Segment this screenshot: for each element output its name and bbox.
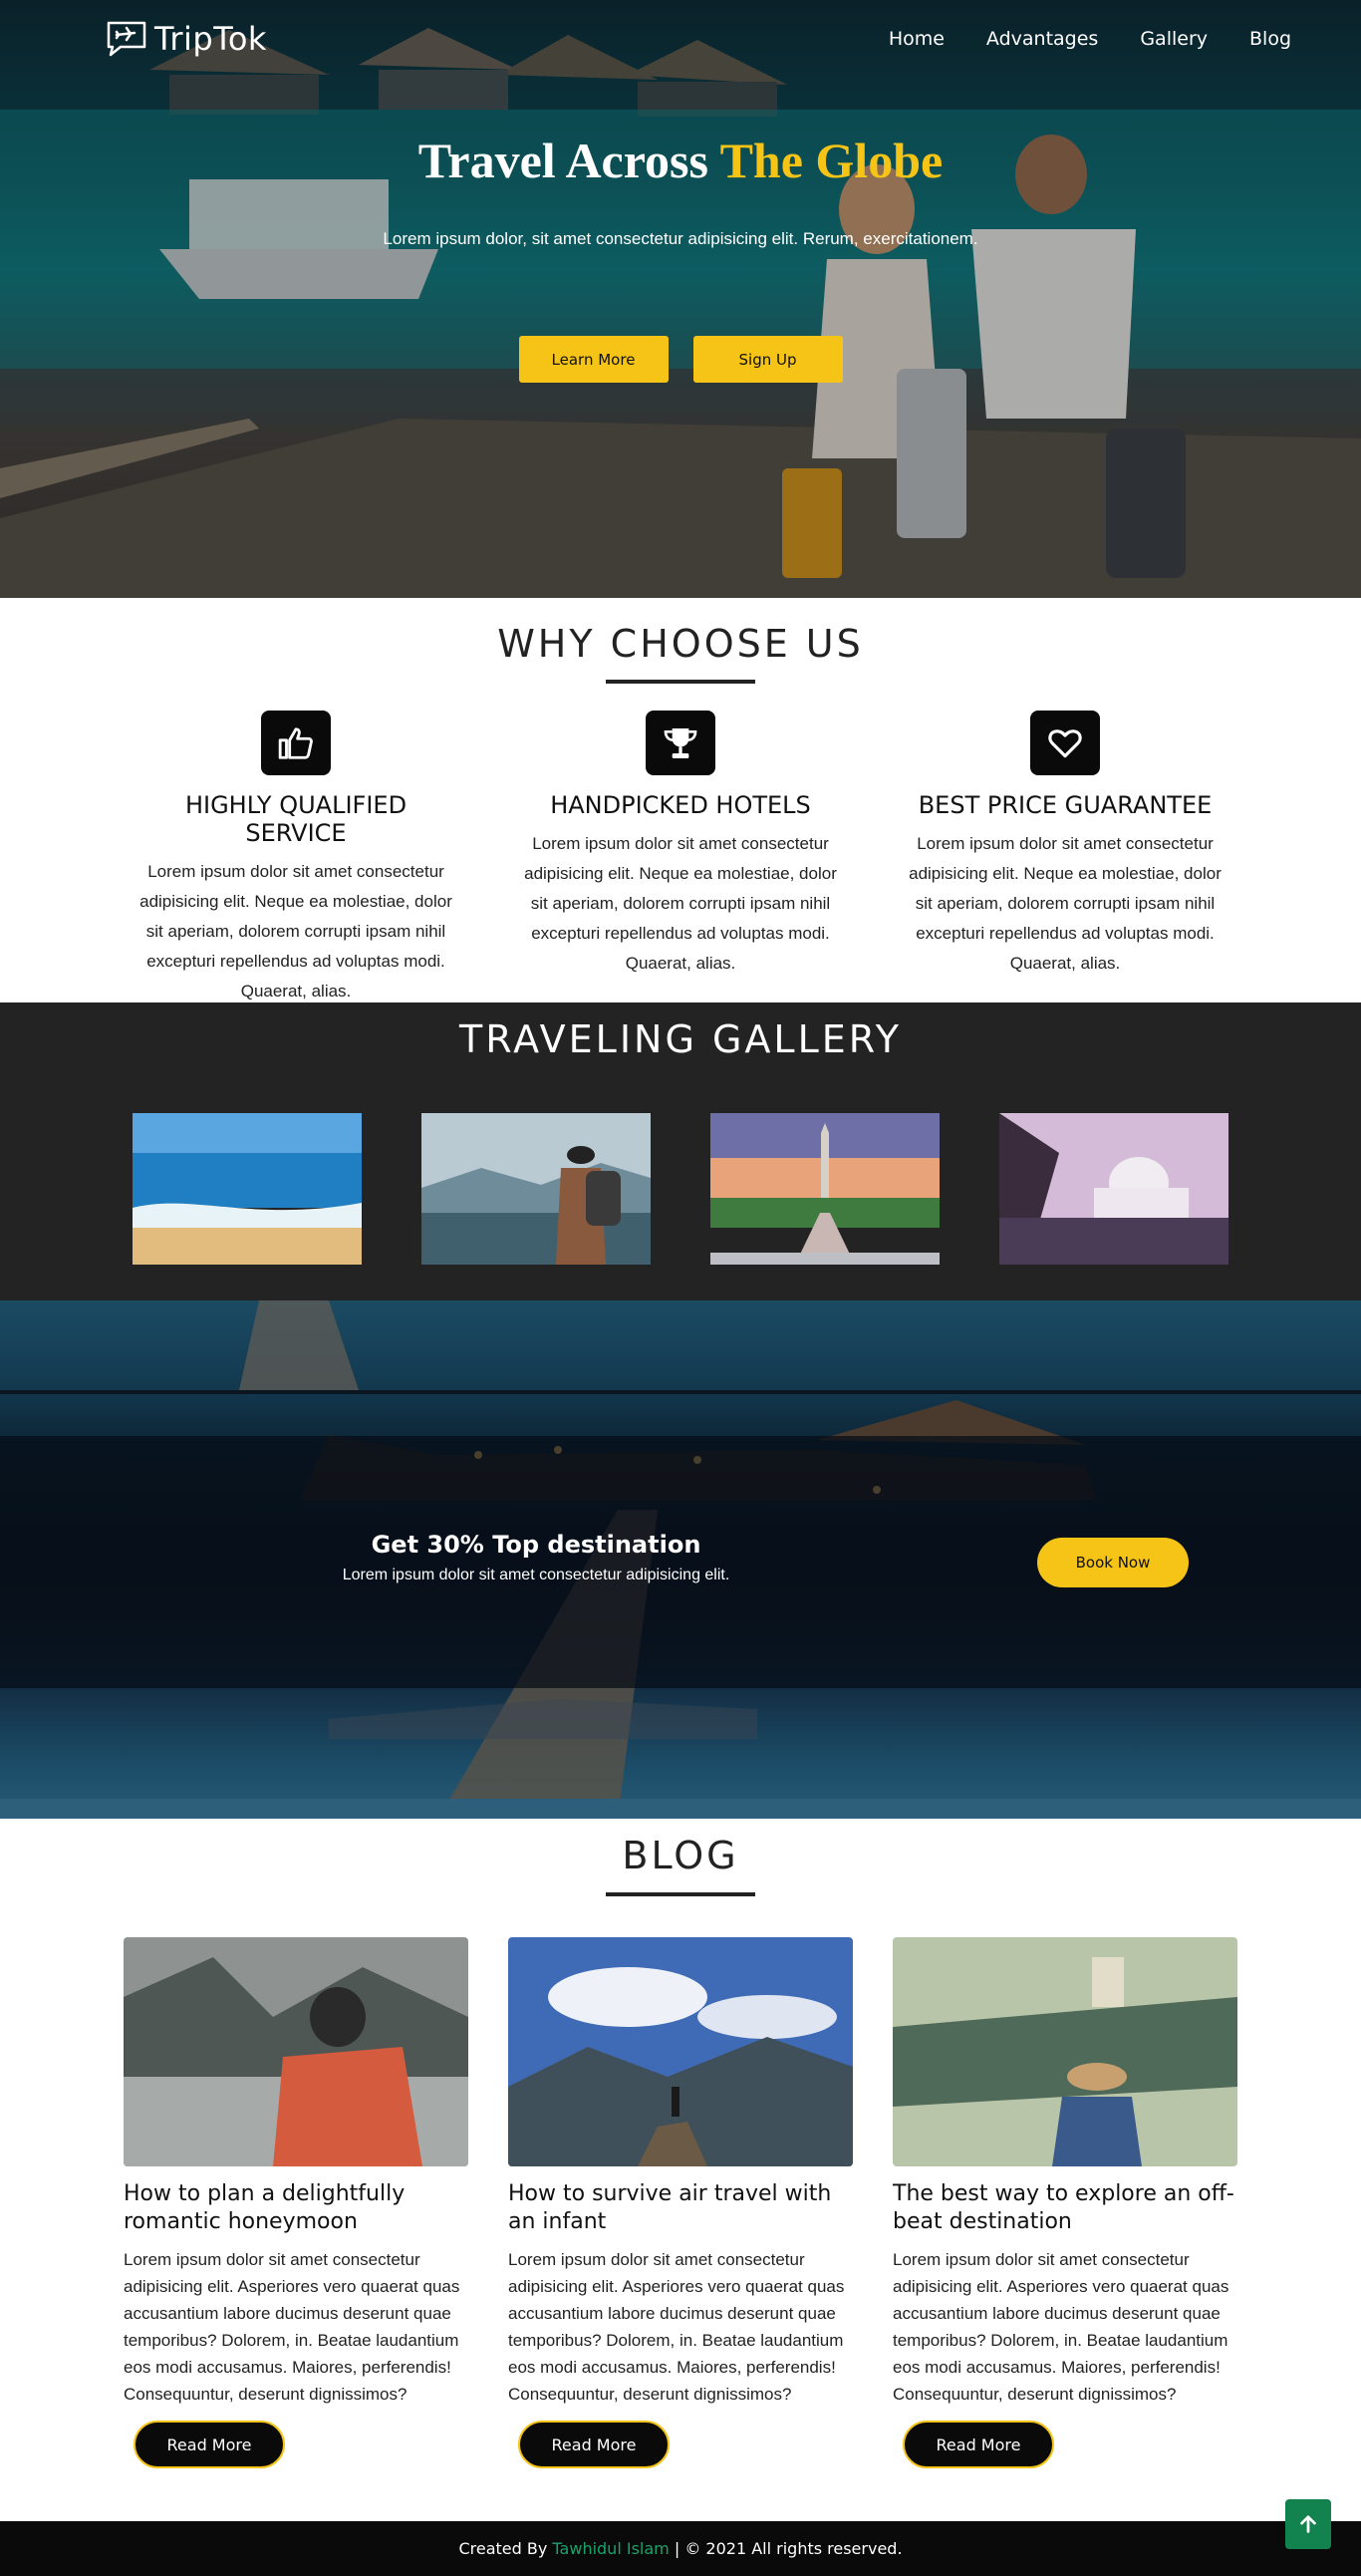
- feature-title: BEST PRICE GUARANTEE: [918, 791, 1213, 819]
- read-more-button[interactable]: Read More: [518, 2421, 670, 2468]
- footer-created-by: Created By: [458, 2539, 548, 2558]
- nav-link-home[interactable]: Home: [889, 28, 945, 50]
- promo-heading: Get 30% Top destination: [371, 1531, 701, 1559]
- hero-buttons: Learn More Sign Up: [0, 336, 1361, 383]
- hero-section: TripTok Home Advantages Gallery Blog Tra…: [0, 0, 1361, 598]
- gallery-section: TRAVELING GALLERY: [0, 1002, 1361, 1300]
- back-to-top-button[interactable]: [1285, 2499, 1331, 2549]
- footer-author-link[interactable]: Tawhidul Islam: [552, 2539, 669, 2558]
- plane-chat-icon: [107, 21, 146, 57]
- read-more-button[interactable]: Read More: [134, 2421, 285, 2468]
- blog-post-text: Lorem ipsum dolor sit amet consectetur a…: [508, 2250, 845, 2404]
- footer: Created By Tawhidul Islam | © 2021 All r…: [0, 2499, 1361, 2576]
- gallery-image-photographer[interactable]: [421, 1113, 651, 1265]
- blog-section: BLOG How to plan a delightfully romantic…: [0, 1819, 1361, 2521]
- promo-section: Get 30% Top destination Lorem ipsum dolo…: [0, 1300, 1361, 1819]
- gallery-row: [0, 1113, 1361, 1265]
- hero-subtitle: Lorem ipsum dolor, sit amet consectetur …: [383, 229, 978, 248]
- gallery-section-title: TRAVELING GALLERY: [459, 1017, 902, 1061]
- footer-rights: | © 2021 All rights reserved.: [674, 2539, 903, 2558]
- nav-link-gallery[interactable]: Gallery: [1140, 28, 1208, 50]
- blog-card: The best way to explore an off-beat dest…: [893, 1937, 1237, 2468]
- promo-text: Get 30% Top destination Lorem ipsum dolo…: [317, 1531, 755, 1584]
- features-row: HIGHLY QUALIFIED SERVICE Lorem ipsum dol…: [0, 711, 1361, 1006]
- blog-section-title: BLOG: [622, 1834, 739, 1877]
- blog-post-title[interactable]: The best way to explore an off-beat dest…: [893, 2180, 1237, 2236]
- book-now-button[interactable]: Book Now: [1037, 1538, 1189, 1587]
- feature-title: HANDPICKED HOTELS: [550, 791, 811, 819]
- gallery-image-beach[interactable]: [133, 1113, 362, 1265]
- blog-post-text: Lorem ipsum dolor sit amet consectetur a…: [893, 2250, 1229, 2404]
- nav-link-advantages[interactable]: Advantages: [986, 28, 1098, 50]
- sign-up-button[interactable]: Sign Up: [692, 336, 843, 383]
- trophy-icon: [646, 711, 715, 775]
- feature-card: HANDPICKED HOTELS Lorem ipsum dolor sit …: [520, 711, 841, 1006]
- hero-overlay: [0, 0, 1361, 598]
- blog-post-title[interactable]: How to survive air travel with an infant: [508, 2180, 853, 2236]
- feature-text: Lorem ipsum dolor sit amet consectetur a…: [909, 834, 1222, 973]
- title-underline: [606, 1892, 755, 1896]
- arrow-up-icon: [1300, 2515, 1316, 2533]
- title-underline: [606, 680, 755, 684]
- nav-link-blog[interactable]: Blog: [1249, 28, 1291, 50]
- top-navbar: TripTok Home Advantages Gallery Blog: [0, 0, 1361, 78]
- blog-image-hiker-lake: [124, 1937, 468, 2166]
- nav-menu: Home Advantages Gallery Blog: [889, 28, 1291, 50]
- hero-title-main: Travel Across: [417, 133, 708, 188]
- brand-name: TripTok: [154, 20, 267, 58]
- hero-title: Travel Across The Globe: [0, 132, 1361, 189]
- blog-cards-row: How to plan a delightfully romantic hone…: [0, 1937, 1361, 2468]
- feature-text: Lorem ipsum dolor sit amet consectetur a…: [524, 834, 837, 973]
- blog-image-bridge-traveler: [893, 1937, 1237, 2166]
- blog-post-text: Lorem ipsum dolor sit amet consectetur a…: [124, 2250, 460, 2404]
- learn-more-button[interactable]: Learn More: [518, 336, 669, 383]
- feature-card: HIGHLY QUALIFIED SERVICE Lorem ipsum dol…: [136, 711, 456, 1006]
- feature-title: HIGHLY QUALIFIED SERVICE: [184, 791, 408, 847]
- hero-title-accent: The Globe: [719, 133, 944, 188]
- read-more-button[interactable]: Read More: [903, 2421, 1054, 2468]
- feature-text: Lorem ipsum dolor sit amet consectetur a…: [139, 862, 452, 1001]
- gallery-image-monument[interactable]: [710, 1113, 940, 1265]
- promo-band: Get 30% Top destination Lorem ipsum dolo…: [0, 1436, 1361, 1688]
- blog-image-mountain: [508, 1937, 853, 2166]
- blog-card: How to plan a delightfully romantic hone…: [124, 1937, 468, 2468]
- feature-card: BEST PRICE GUARANTEE Lorem ipsum dolor s…: [905, 711, 1225, 1006]
- why-section-title: WHY CHOOSE US: [497, 622, 864, 666]
- brand-logo[interactable]: TripTok: [105, 19, 267, 59]
- blog-card: How to survive air travel with an infant…: [508, 1937, 853, 2468]
- heart-icon: [1030, 711, 1100, 775]
- blog-post-title[interactable]: How to plan a delightfully romantic hone…: [124, 2180, 468, 2236]
- gallery-image-palace[interactable]: [999, 1113, 1228, 1265]
- promo-subtitle: Lorem ipsum dolor sit amet consectetur a…: [342, 1567, 730, 1583]
- thumbs-up-icon: [261, 711, 331, 775]
- why-choose-us-section: WHY CHOOSE US HIGHLY QUALIFIED SERVICE L…: [0, 598, 1361, 1002]
